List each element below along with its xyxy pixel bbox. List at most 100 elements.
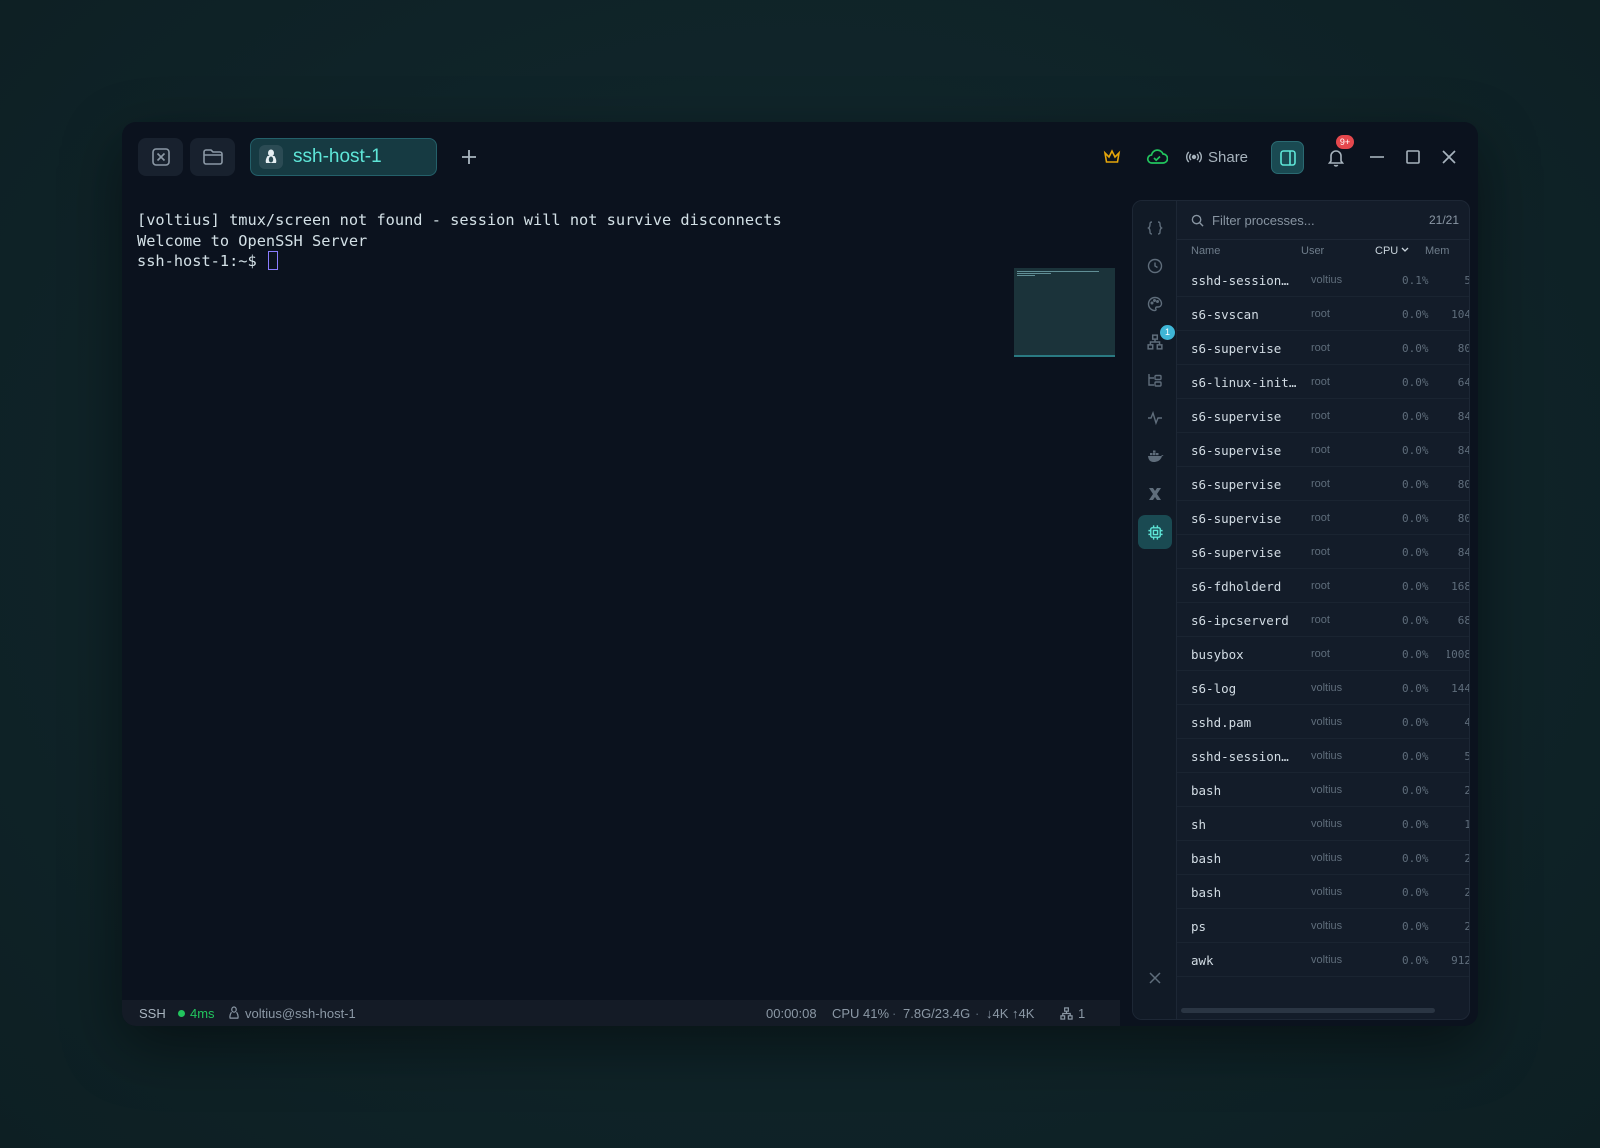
notifications-button[interactable]: 9+ bbox=[1319, 135, 1354, 174]
linux-icon bbox=[259, 145, 283, 169]
table-row[interactable]: busybox root 0.0% 1008 bbox=[1177, 637, 1469, 671]
network-usage: ↓4K ↑4K bbox=[986, 1005, 1035, 1021]
process-mem: 84 bbox=[1457, 410, 1470, 423]
minimize-button[interactable] bbox=[1360, 140, 1394, 174]
terminal-prompt: ssh-host-1:~$ bbox=[137, 252, 266, 270]
user-host: voltius@ssh-host-1 bbox=[228, 1000, 356, 1026]
process-mem: 5 bbox=[1447, 274, 1469, 287]
table-row[interactable]: sh voltius 0.0% 1 bbox=[1177, 807, 1469, 841]
process-panel: 1 21/21 bbox=[1132, 200, 1470, 1020]
close-all-button[interactable] bbox=[138, 138, 183, 176]
terminal-prompt-line: ssh-host-1:~$ bbox=[137, 251, 1120, 272]
process-cpu: 0.0% bbox=[1402, 444, 1429, 457]
maximize-icon bbox=[1406, 150, 1420, 164]
process-name: s6-log bbox=[1191, 681, 1237, 696]
sync-button[interactable] bbox=[1140, 140, 1174, 174]
memory-usage: 7.8G/23.4G bbox=[903, 1005, 971, 1021]
process-mem: 4 bbox=[1447, 716, 1469, 729]
side-panel-toggle[interactable] bbox=[1271, 141, 1304, 174]
process-cpu: 0.0% bbox=[1402, 546, 1429, 559]
terminal-minimap[interactable] bbox=[1014, 268, 1115, 357]
process-user: root bbox=[1311, 648, 1330, 660]
close-panel-button[interactable] bbox=[1138, 961, 1172, 995]
close-square-icon bbox=[151, 148, 170, 166]
rail-themes[interactable] bbox=[1138, 287, 1172, 321]
process-name: s6-linux-init… bbox=[1191, 375, 1297, 390]
premium-button[interactable] bbox=[1095, 140, 1129, 174]
clock-icon bbox=[1147, 258, 1163, 274]
close-window-button[interactable] bbox=[1432, 140, 1466, 174]
table-row[interactable]: s6-svscan root 0.0% 104 bbox=[1177, 297, 1469, 331]
app-window: ssh-host-1 Share 9+ [voltius] tmux/scree… bbox=[122, 122, 1478, 1026]
rail-snippets[interactable] bbox=[1138, 211, 1172, 245]
process-list-area: 21/21 Name User CPU Mem sshd-session… vol… bbox=[1177, 201, 1470, 1019]
minimize-icon bbox=[1370, 156, 1384, 158]
table-row[interactable]: s6-linux-init… root 0.0% 64 bbox=[1177, 365, 1469, 399]
terminal-output[interactable]: [voltius] tmux/screen not found - sessio… bbox=[122, 194, 1120, 984]
process-user: root bbox=[1311, 478, 1330, 490]
process-mem: 2 bbox=[1447, 852, 1469, 865]
table-row[interactable]: s6-supervise root 0.0% 80 bbox=[1177, 501, 1469, 535]
process-name: bash bbox=[1191, 885, 1222, 900]
process-user: root bbox=[1311, 580, 1330, 592]
table-row[interactable]: ps voltius 0.0% 2 bbox=[1177, 909, 1469, 943]
table-row[interactable]: s6-supervise root 0.0% 84 bbox=[1177, 433, 1469, 467]
rail-monitoring[interactable] bbox=[1138, 401, 1172, 435]
user-host-label: voltius@ssh-host-1 bbox=[245, 1005, 356, 1021]
process-name: bash bbox=[1191, 783, 1222, 798]
panel-rail: 1 bbox=[1133, 201, 1177, 1019]
process-user: voltius bbox=[1311, 954, 1343, 966]
rail-plugins[interactable] bbox=[1138, 477, 1172, 511]
process-name: ps bbox=[1191, 919, 1207, 934]
process-cpu: 0.0% bbox=[1402, 376, 1429, 389]
process-user: root bbox=[1311, 546, 1330, 558]
share-button[interactable]: Share bbox=[1186, 140, 1248, 174]
table-row[interactable]: sshd-session… voltius 0.1% 5 bbox=[1177, 263, 1469, 297]
process-user: root bbox=[1311, 512, 1330, 524]
table-row[interactable]: bash voltius 0.0% 2 bbox=[1177, 841, 1469, 875]
table-row[interactable]: s6-supervise root 0.0% 80 bbox=[1177, 331, 1470, 365]
process-cpu: 0.0% bbox=[1402, 682, 1429, 695]
rail-history[interactable] bbox=[1138, 249, 1172, 283]
table-row[interactable]: awk voltius 0.0% 912 bbox=[1177, 943, 1469, 977]
table-row[interactable]: s6-supervise root 0.0% 80 bbox=[1177, 467, 1469, 501]
maximize-button[interactable] bbox=[1396, 140, 1430, 174]
broadcast-icon bbox=[1186, 151, 1202, 163]
process-name: sshd.pam bbox=[1191, 715, 1252, 730]
filter-processes-input[interactable] bbox=[1212, 212, 1412, 228]
process-cpu: 0.0% bbox=[1402, 580, 1429, 593]
process-cpu: 0.0% bbox=[1402, 852, 1429, 865]
table-row[interactable]: s6-log voltius 0.0% 144 bbox=[1177, 671, 1470, 705]
tab-ssh-host[interactable]: ssh-host-1 bbox=[250, 138, 437, 176]
rail-docker[interactable] bbox=[1138, 439, 1172, 473]
column-user[interactable]: User bbox=[1301, 245, 1324, 257]
table-row[interactable]: sshd-session… voltius 0.0% 5 bbox=[1177, 739, 1469, 773]
process-mem: 144 bbox=[1451, 682, 1470, 695]
table-row[interactable]: s6-ipcserverd root 0.0% 68 bbox=[1177, 603, 1469, 637]
table-row[interactable]: s6-supervise root 0.0% 84 bbox=[1177, 535, 1469, 569]
table-row[interactable]: bash voltius 0.0% 2 bbox=[1177, 773, 1469, 807]
column-cpu[interactable]: CPU bbox=[1375, 245, 1409, 257]
column-mem[interactable]: Mem bbox=[1425, 245, 1449, 257]
bell-icon bbox=[1327, 149, 1345, 167]
table-row[interactable]: s6-fdholderd root 0.0% 168 bbox=[1177, 569, 1469, 603]
rail-file-tree[interactable] bbox=[1138, 363, 1172, 397]
process-name: s6-supervise bbox=[1191, 511, 1282, 526]
process-name: s6-supervise bbox=[1191, 477, 1282, 492]
folder-icon bbox=[202, 149, 223, 165]
process-name: s6-supervise bbox=[1191, 341, 1282, 356]
horizontal-scrollbar[interactable] bbox=[1181, 1008, 1435, 1013]
column-name[interactable]: Name bbox=[1191, 245, 1220, 257]
table-row[interactable]: s6-supervise root 0.0% 84 bbox=[1177, 399, 1470, 433]
process-name: sh bbox=[1191, 817, 1207, 832]
process-mem: 80 bbox=[1457, 342, 1470, 355]
new-tab-button[interactable] bbox=[452, 140, 486, 174]
rail-processes[interactable] bbox=[1138, 515, 1172, 549]
table-row[interactable]: bash voltius 0.0% 2 bbox=[1177, 875, 1469, 909]
rail-tunnels[interactable]: 1 bbox=[1138, 325, 1175, 359]
braces-icon bbox=[1147, 221, 1163, 235]
crown-icon bbox=[1103, 149, 1121, 163]
table-row[interactable]: sshd.pam voltius 0.0% 4 bbox=[1177, 705, 1469, 739]
open-folder-button[interactable] bbox=[190, 138, 235, 176]
process-name: awk bbox=[1191, 953, 1214, 968]
